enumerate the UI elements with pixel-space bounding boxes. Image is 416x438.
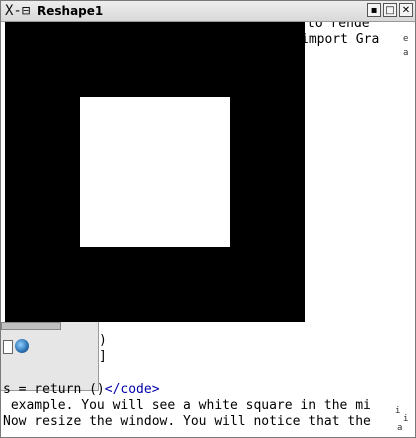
doc-fragment: a: [403, 48, 409, 58]
panel-tab[interactable]: [1, 322, 61, 330]
doc-bracket-1: ): [99, 333, 107, 348]
code-prefix: s = return (): [3, 382, 105, 397]
doc-code-line: s = return ()</code>: [3, 382, 160, 398]
app-window: X-⊟ Reshape1 ▪ □ ✕ to rende import Gra e…: [0, 0, 416, 438]
white-square: [80, 97, 230, 247]
globe-icon[interactable]: [15, 339, 29, 353]
doc-sentence-1: example. You will see a white square in …: [3, 398, 371, 413]
minimize-icon[interactable]: ▪: [367, 3, 381, 17]
doc-fragment: i: [403, 414, 409, 424]
side-panel: [1, 322, 99, 391]
document-icon[interactable]: [3, 340, 13, 354]
doc-text-line-a: to rende: [307, 22, 370, 31]
x-window-icon[interactable]: X-⊟: [5, 3, 33, 19]
window-titlebar[interactable]: X-⊟ Reshape1 ▪ □ ✕: [1, 1, 415, 22]
doc-bracket-2: ]: [99, 349, 107, 364]
doc-fragment: i: [395, 406, 401, 416]
background-document: to rende import Gra e a ) ] s = return (…: [1, 22, 415, 437]
doc-fragment: a: [397, 423, 403, 433]
close-icon[interactable]: ✕: [399, 3, 413, 17]
code-close-tag: </code>: [104, 382, 160, 397]
gl-canvas[interactable]: [5, 22, 305, 322]
doc-sentence-2: Now resize the window. You will notice t…: [3, 414, 371, 429]
doc-text-line-b: import Gra: [301, 32, 380, 47]
maximize-icon[interactable]: □: [383, 3, 397, 17]
doc-fragment: e: [403, 34, 409, 44]
window-title: Reshape1: [37, 4, 104, 18]
